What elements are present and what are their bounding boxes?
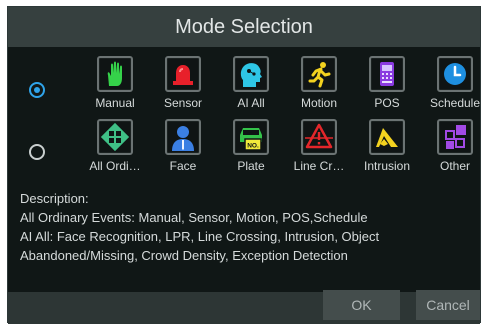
mode-label: Motion (300, 96, 338, 110)
dialog-title: Mode Selection (8, 7, 480, 47)
mode-label: AI All (237, 96, 265, 110)
mode-label: Other (439, 159, 470, 173)
face-person-icon (165, 119, 201, 155)
description-line: All Ordinary Events: Manual, Sensor, Mot… (20, 210, 368, 225)
mode-option-plate[interactable]: NO. Plate (221, 119, 281, 179)
mode-option-other[interactable]: Other (425, 119, 485, 179)
alarm-light-icon (165, 56, 201, 92)
mode-option-schedule[interactable]: Schedule (425, 56, 485, 116)
other-squares-icon (437, 119, 473, 155)
mode-label: Plate (237, 159, 265, 173)
mode-option-sensor[interactable]: Sensor (153, 56, 213, 116)
mode-option-ai-all[interactable]: AI All (221, 56, 281, 116)
clock-icon (437, 56, 473, 92)
mode-label: Schedule (429, 96, 481, 110)
mode-option-all-ordinary[interactable]: All Ordi… (85, 119, 145, 179)
intrusion-icon (369, 119, 405, 155)
mode-label: Manual (95, 96, 135, 110)
hand-icon (97, 56, 133, 92)
pos-terminal-icon (369, 56, 405, 92)
mode-option-face[interactable]: Face (153, 119, 213, 179)
mode-option-motion[interactable]: Motion (289, 56, 349, 116)
description-line: Abandoned/Missing, Crowd Density, Except… (20, 248, 348, 263)
mode-radio-2[interactable] (29, 144, 45, 160)
mode-label: All Ordi… (89, 159, 141, 173)
dialog-body: Manual Sensor AI All Motion POS Schedule… (8, 47, 480, 292)
mode-selection-dialog: Mode Selection Manual Sensor AI All Moti… (7, 6, 481, 324)
mode-label: Intrusion (363, 159, 411, 173)
grid-icon (97, 119, 133, 155)
mode-label: Sensor (163, 96, 203, 110)
svg-text:NO.: NO. (247, 143, 259, 150)
dialog-footer (8, 292, 480, 324)
mode-option-manual[interactable]: Manual (85, 56, 145, 116)
description-line: AI All: Face Recognition, LPR, Line Cros… (20, 229, 380, 244)
mode-option-pos[interactable]: POS (357, 56, 417, 116)
mode-label: POS (374, 96, 400, 110)
line-crossing-icon (301, 119, 337, 155)
description-heading: Description: (20, 191, 89, 206)
license-plate-icon: NO. (233, 119, 269, 155)
mode-option-line-crossing[interactable]: Line Cr… (289, 119, 349, 179)
cancel-button[interactable]: Cancel (416, 290, 480, 320)
mode-label: Face (169, 159, 197, 173)
running-person-icon (301, 56, 337, 92)
ok-button[interactable]: OK (323, 290, 400, 320)
mode-radio-1[interactable] (29, 82, 45, 98)
ai-head-icon (233, 56, 269, 92)
mode-label: Line Cr… (293, 159, 345, 173)
mode-option-intrusion[interactable]: Intrusion (357, 119, 417, 179)
